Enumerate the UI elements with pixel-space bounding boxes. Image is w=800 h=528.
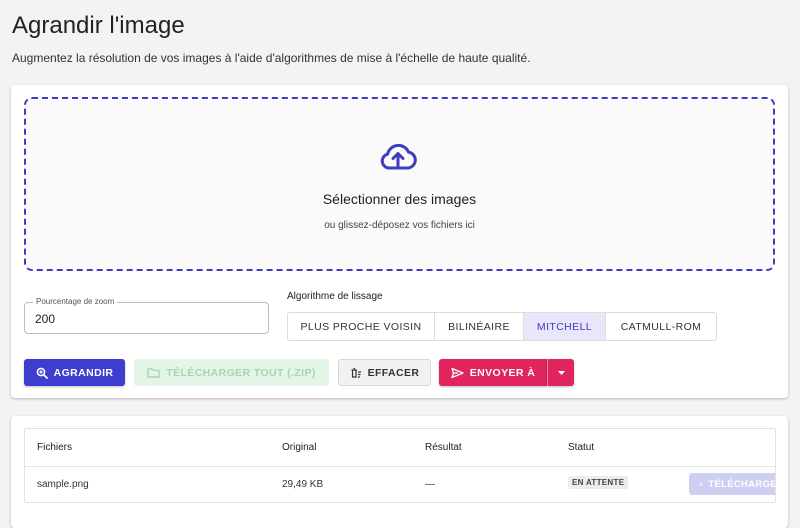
zoom-field: Pourcentage de zoom [24,297,269,334]
page-title: Agrandir l'image [12,12,185,39]
algorithm-option-nearest[interactable]: PLUS PROCHE VOISIN [288,313,435,340]
download-all-button-label: TÉLÉCHARGER TOUT (.ZIP) [166,366,316,379]
dropzone-title: Sélectionner des images [322,191,477,207]
algorithm-option-mitchell[interactable]: MITCHELL [524,313,606,340]
upscale-button[interactable]: AGRANDIR [24,359,125,386]
algorithm-option-bilinear[interactable]: BILINÉAIRE [435,313,524,340]
algorithm-option-catmull-rom[interactable]: CATMULL-ROM [606,313,716,340]
caret-down-icon [557,370,565,375]
row-download-button[interactable]: TÉLÉCHARGER [689,473,775,495]
dropzone-hint: ou glissez-déposez vos fichiers ici [324,220,475,231]
send-icon [451,367,464,378]
status-badge: EN ATTENTE [568,476,629,489]
original-size: 29,49 KB [282,479,324,490]
column-header-result: Résultat [425,442,462,453]
download-icon [699,481,704,487]
files-card: Fichiers Original Résultat Statut sample… [11,416,788,528]
files-table: Fichiers Original Résultat Statut sample… [24,428,776,503]
zoom-input[interactable] [35,310,235,328]
clear-button[interactable]: EFFACER [338,359,431,386]
column-header-original: Original [282,442,317,453]
zoom-label: Pourcentage de zoom [33,297,118,307]
cloud-upload-icon [380,143,417,170]
result-size: — [425,479,435,490]
page-subtitle: Augmentez la résolution de vos images à … [12,51,531,65]
table-divider [25,466,775,467]
image-dropzone[interactable]: Sélectionner des images ou glissez-dépos… [24,97,775,271]
folder-zip-icon [147,368,160,378]
delete-sweep-icon [351,367,361,378]
column-header-status: Statut [568,442,595,453]
download-all-button[interactable]: TÉLÉCHARGER TOUT (.ZIP) [134,359,329,386]
upload-card: Sélectionner des images ou glissez-dépos… [11,85,788,398]
zoom-in-icon [36,367,48,379]
algorithm-label: Algorithme de lissage [287,291,383,302]
upscale-button-label: AGRANDIR [53,366,114,379]
row-download-label: TÉLÉCHARGER [708,478,775,490]
column-header-files: Fichiers [37,442,73,453]
send-to-button[interactable]: ENVOYER À [439,359,547,386]
clear-button-label: EFFACER [367,366,420,379]
send-to-button-label: ENVOYER À [469,366,536,379]
algorithm-toggle-group: PLUS PROCHE VOISIN BILINÉAIRE MITCHELL C… [287,312,717,341]
file-name: sample.png [37,479,89,490]
send-to-menu-button[interactable] [547,359,574,386]
